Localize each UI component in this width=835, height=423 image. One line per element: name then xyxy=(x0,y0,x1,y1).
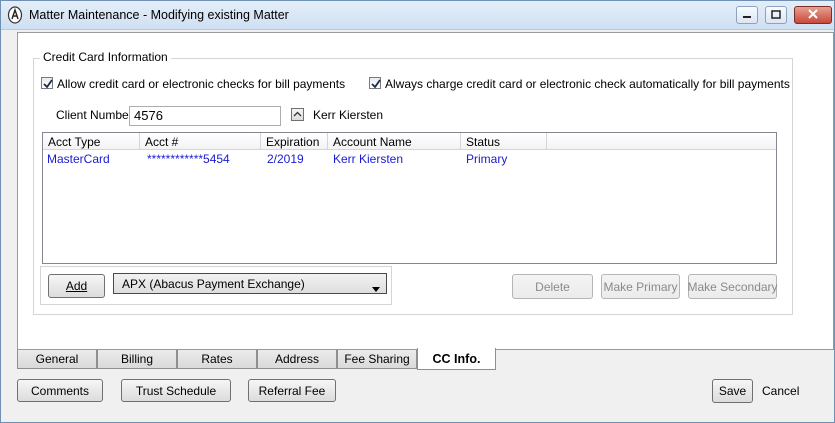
referral-fee-button[interactable]: Referral Fee xyxy=(248,379,336,402)
maximize-button[interactable] xyxy=(765,6,787,24)
tab-billing[interactable]: Billing xyxy=(97,350,177,369)
tab-rates-label: Rates xyxy=(201,352,233,366)
always-charge-checkbox[interactable] xyxy=(369,77,381,89)
client-lookup-button[interactable] xyxy=(291,108,304,121)
grid-header: Acct Type Acct # Expiration Account Name… xyxy=(43,133,776,150)
payment-processor-select[interactable]: APX (Abacus Payment Exchange) xyxy=(113,273,387,294)
cc-info-panel: Credit Card Information Allow credit car… xyxy=(17,32,834,350)
column-header-account-name[interactable]: Account Name xyxy=(328,133,461,150)
cell-acct-number: ************5454 xyxy=(147,152,230,166)
tab-fee-sharing[interactable]: Fee Sharing xyxy=(337,350,417,369)
credit-card-grid[interactable]: Acct Type Acct # Expiration Account Name… xyxy=(42,132,777,264)
maximize-icon xyxy=(771,8,781,22)
always-charge-label: Always charge credit card or electronic … xyxy=(385,77,790,91)
trust-schedule-button[interactable]: Trust Schedule xyxy=(121,379,231,402)
tab-general[interactable]: General xyxy=(17,350,97,369)
minimize-button[interactable] xyxy=(736,6,758,24)
add-button-label: Add xyxy=(65,279,88,293)
cell-account-name: Kerr Kiersten xyxy=(333,152,404,166)
cancel-button[interactable]: Cancel xyxy=(762,384,799,398)
allow-cc-checkbox[interactable] xyxy=(41,77,53,89)
comments-button-label: Comments xyxy=(30,383,89,398)
tab-cc-info-label: CC Info. xyxy=(432,351,481,366)
referral-fee-button-label: Referral Fee xyxy=(258,383,326,398)
cell-status: Primary xyxy=(466,152,508,166)
close-button[interactable] xyxy=(794,6,832,24)
payment-processor-value: APX (Abacus Payment Exchange) xyxy=(122,277,305,291)
window-title: Matter Maintenance - Modifying existing … xyxy=(29,8,289,22)
matter-maintenance-window: Matter Maintenance - Modifying existing … xyxy=(0,0,835,423)
client-number-label: Client Number xyxy=(56,108,133,122)
add-button[interactable]: Add xyxy=(48,274,105,298)
tab-fee-sharing-label: Fee Sharing xyxy=(344,352,410,366)
comments-button[interactable]: Comments xyxy=(17,379,103,402)
make-primary-button[interactable]: Make Primary xyxy=(601,274,680,299)
tab-cc-info[interactable]: CC Info. xyxy=(417,348,496,370)
tab-address-label: Address xyxy=(274,352,320,366)
tab-rates[interactable]: Rates xyxy=(177,350,257,369)
trust-schedule-button-label: Trust Schedule xyxy=(135,383,217,398)
column-header-status[interactable]: Status xyxy=(461,133,547,150)
column-header-expiration[interactable]: Expiration xyxy=(261,133,328,150)
checkmark-icon xyxy=(43,79,53,89)
column-header-acct-number[interactable]: Acct # xyxy=(140,133,261,150)
column-header-acct-type[interactable]: Acct Type xyxy=(43,133,140,150)
dropdown-arrow-icon xyxy=(372,281,380,295)
save-button[interactable]: Save xyxy=(712,379,753,403)
client-number-input[interactable]: 4576 xyxy=(129,106,281,126)
close-icon xyxy=(807,8,819,22)
allow-cc-label: Allow credit card or electronic checks f… xyxy=(57,77,346,91)
save-button-label: Save xyxy=(718,384,747,398)
cell-acct-type: MasterCard xyxy=(47,152,110,166)
make-primary-button-label: Make Primary xyxy=(603,279,678,294)
delete-button[interactable]: Delete xyxy=(512,274,593,299)
tab-billing-label: Billing xyxy=(120,352,153,366)
make-secondary-button-label: Make Secondary xyxy=(687,279,778,294)
checkmark-icon xyxy=(371,79,381,89)
client-name: Kerr Kiersten xyxy=(313,108,384,122)
make-secondary-button[interactable]: Make Secondary xyxy=(687,274,778,299)
minimize-icon xyxy=(742,8,752,22)
chevron-up-icon xyxy=(293,111,302,117)
tab-address[interactable]: Address xyxy=(257,350,337,369)
credit-card-group-title: Credit Card Information xyxy=(40,50,171,64)
tab-general-label: General xyxy=(35,352,79,366)
cell-expiration: 2/2019 xyxy=(267,152,304,166)
title-bar: Matter Maintenance - Modifying existing … xyxy=(1,1,834,30)
delete-button-label: Delete xyxy=(535,279,570,294)
abacus-app-icon xyxy=(7,6,23,24)
